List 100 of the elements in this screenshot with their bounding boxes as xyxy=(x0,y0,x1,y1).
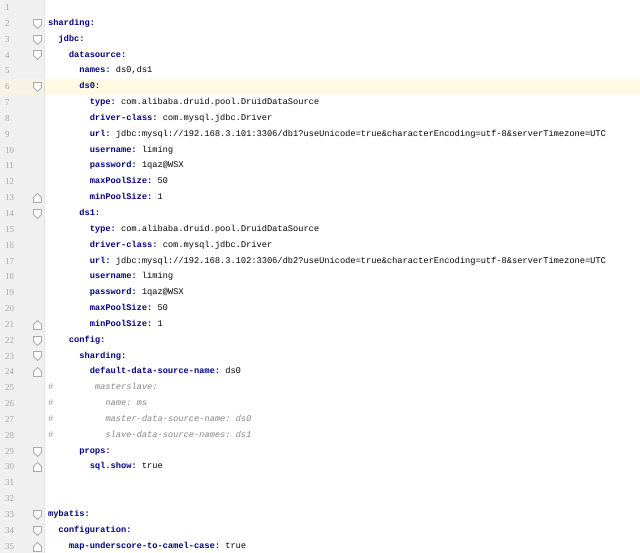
yaml-value: ds0,ds1 xyxy=(116,64,152,78)
yaml-value: liming xyxy=(142,144,174,157)
line-number: 24 xyxy=(4,365,15,378)
line-number: 14 xyxy=(4,206,15,220)
line-number: 33 xyxy=(4,508,15,521)
yaml-key: password: xyxy=(90,158,137,174)
yaml-key: datasource: xyxy=(68,48,126,64)
line-number: 19 xyxy=(4,286,15,300)
line-number: 18 xyxy=(4,270,15,284)
fold-end-icon[interactable] xyxy=(33,193,42,204)
line-number: 5 xyxy=(4,64,10,78)
yaml-key: url: xyxy=(90,254,111,270)
line-number: 15 xyxy=(4,222,15,236)
yaml-key: props: xyxy=(79,444,111,460)
yaml-value: true xyxy=(225,540,246,553)
line-number: 7 xyxy=(4,96,10,110)
line-number: 17 xyxy=(4,254,15,268)
yaml-key: sharding: xyxy=(79,348,126,364)
yaml-value: jdbc:mysql://192.168.3.101:3306/db1?useUnicode=true&characterEncoding=utf-8&serverTimezone=UTC xyxy=(116,128,606,141)
fold-icon[interactable] xyxy=(33,50,42,60)
fold-icon[interactable] xyxy=(33,82,42,92)
yaml-key: minPoolSize: xyxy=(90,190,152,206)
line-number: 21 xyxy=(4,318,15,331)
line-number: 3 xyxy=(4,32,10,46)
fold-end-icon[interactable] xyxy=(33,542,42,552)
fold-icon[interactable] xyxy=(33,351,42,362)
yaml-key: url: xyxy=(90,126,111,143)
yaml-value: 1 xyxy=(157,191,163,204)
code-comment: slave-data-source-names: ds1 xyxy=(105,428,252,442)
fold-icon[interactable] xyxy=(33,18,42,29)
fold-icon[interactable] xyxy=(33,446,42,457)
yaml-key: type: xyxy=(90,222,116,238)
line-number: 10 xyxy=(4,144,15,157)
line-number: 27 xyxy=(4,412,15,426)
yaml-key: driver-class: xyxy=(90,238,158,254)
line-number: 35 xyxy=(4,540,15,553)
fold-icon[interactable] xyxy=(33,34,42,45)
line-number: 6 xyxy=(4,80,10,94)
yaml-key: jdbc: xyxy=(58,32,84,48)
line-number: 20 xyxy=(4,302,15,316)
line-number: 23 xyxy=(4,350,15,363)
yaml-key: configuration: xyxy=(58,522,132,539)
line-number: 2 xyxy=(4,16,10,30)
yaml-value: 1qaz@WSX xyxy=(142,286,184,300)
line-number: 25 xyxy=(4,381,15,394)
line-number: 8 xyxy=(4,112,10,125)
line-number: 16 xyxy=(4,238,15,252)
line-number: 22 xyxy=(4,334,15,347)
yaml-value: com.mysql.jdbc.Driver xyxy=(162,112,272,125)
line-number: 34 xyxy=(4,524,15,537)
yaml-value: true xyxy=(142,460,163,474)
line-number: 26 xyxy=(4,397,15,410)
yaml-key: username: xyxy=(90,269,137,286)
yaml-key: config: xyxy=(68,332,106,349)
yaml-value: com.alibaba.druid.pool.DruidDataSource xyxy=(120,96,320,110)
yaml-key: mybatis: xyxy=(48,507,90,523)
code-comment: master-data-source-name: ds0 xyxy=(105,412,252,426)
comment-marker: # xyxy=(48,381,54,394)
yaml-key: driver-class: xyxy=(90,110,158,127)
line-number: 32 xyxy=(4,492,15,506)
yaml-value: jdbc:mysql://192.168.3.102:3306/db2?useUnicode=true&characterEncoding=utf-8&serverTimezone=UTC xyxy=(116,254,606,268)
yaml-key: maxPoolSize: xyxy=(90,301,152,317)
fold-icon[interactable] xyxy=(33,208,42,219)
yaml-key: password: xyxy=(90,285,137,302)
line-number: 29 xyxy=(4,444,15,458)
comment-marker: # xyxy=(48,428,54,442)
fold-end-icon[interactable] xyxy=(33,462,42,472)
yaml-key: map-underscore-to-camel-case: xyxy=(68,538,220,553)
yaml-key: default-data-source-name: xyxy=(90,364,220,380)
yaml-key: ds1: xyxy=(79,206,100,222)
code-comment: name: ms xyxy=(105,397,148,410)
yaml-key: username: xyxy=(90,142,137,158)
line-number: 1 xyxy=(4,1,10,14)
yaml-value: 50 xyxy=(157,302,168,316)
yaml-key: names: xyxy=(79,63,111,80)
yaml-key: minPoolSize: xyxy=(90,316,152,333)
yaml-value: 1 xyxy=(157,318,163,331)
fold-end-icon[interactable] xyxy=(33,320,42,330)
yaml-key: sql.show: xyxy=(90,459,137,476)
fold-icon[interactable] xyxy=(33,336,42,346)
line-number: 31 xyxy=(4,476,15,490)
code-comment: masterslave: xyxy=(94,381,158,394)
line-number: 12 xyxy=(4,175,15,188)
line-number: 13 xyxy=(4,191,15,204)
line-number: 30 xyxy=(4,460,15,474)
comment-marker: # xyxy=(48,397,54,410)
fold-icon[interactable] xyxy=(33,526,42,536)
yaml-value: 50 xyxy=(157,175,168,188)
yaml-value: ds0 xyxy=(225,365,241,378)
yaml-key: type: xyxy=(90,95,116,111)
line-number: 28 xyxy=(4,428,15,442)
yaml-value: liming xyxy=(142,270,174,284)
yaml-value: com.alibaba.druid.pool.DruidDataSource xyxy=(120,222,320,236)
fold-end-icon[interactable] xyxy=(33,367,42,378)
yaml-value: 1qaz@WSX xyxy=(142,159,184,172)
line-number: 4 xyxy=(4,48,10,62)
yaml-key: maxPoolSize: xyxy=(90,174,152,190)
line-number: 11 xyxy=(4,159,15,172)
fold-icon[interactable] xyxy=(33,510,42,520)
line-number: 9 xyxy=(4,128,10,141)
